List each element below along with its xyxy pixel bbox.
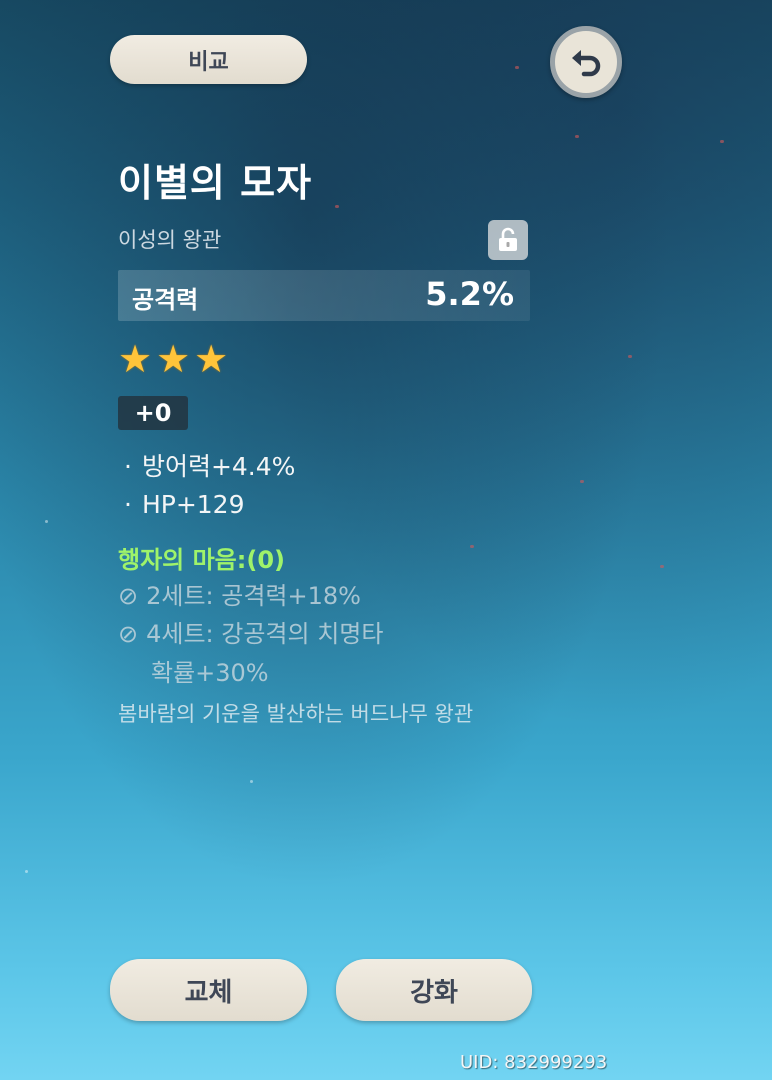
star-icon: ★ [156,337,191,381]
star-icon: ★ [118,337,153,381]
background-speck [45,520,48,523]
replace-button-label: 교체 [184,977,233,1008]
background-speck [515,66,519,69]
set-bonus-text-continued: 확률+30% [151,659,269,687]
set-bonus-4pc: ⊘ 4세트: 강공격의 치명타 확률+30% [118,614,478,688]
main-stat-row: 공격력 5.2% [118,270,530,321]
compare-button-label: 비교 [188,49,229,75]
inactive-icon: ⊘ [118,582,139,610]
uid-label: UID: 832999293 [460,1052,608,1073]
set-bonus-2pc: ⊘ 2세트: 공격력+18% [118,576,361,611]
artifact-slot-type: 이성의 왕관 [118,228,222,252]
background-speck [470,545,474,548]
artifact-name: 이별의 모자 [118,161,313,205]
background-speck [250,780,253,783]
artifact-set-name: 행자의 마음:(0) [118,546,285,574]
background-speck [660,565,664,568]
substat-bullet: · [124,452,132,481]
substat-bullet: · [124,490,132,519]
compare-button[interactable]: 비교 [110,35,307,84]
back-button[interactable] [550,26,622,98]
enhance-button[interactable]: 강화 [336,959,532,1021]
set-bonus-text: 4세트: 강공격의 치명타 [146,620,384,648]
substat-item: · 방어력+4.4% [124,447,295,483]
background-speck [575,135,579,138]
rarity-stars: ★ ★ ★ [118,340,228,378]
background-speck [335,205,339,208]
enhance-button-label: 강화 [410,977,458,1008]
background-speck [720,140,724,143]
replace-button[interactable]: 교체 [110,959,307,1021]
level-badge: +0 [118,396,188,430]
inactive-icon: ⊘ [118,620,139,648]
star-icon: ★ [194,337,229,381]
main-stat-name: 공격력 [132,286,199,314]
main-stat-value: 5.2% [425,275,514,313]
back-arrow-icon [572,50,601,77]
unlocked-padlock-icon [499,227,517,251]
substat-text: 방어력+4.4% [141,452,296,481]
lock-toggle-button[interactable] [488,220,528,260]
background-speck [25,870,28,873]
substat-item: · HP+129 [124,490,245,519]
background-glow [0,0,772,1080]
background-speck [580,480,584,483]
set-bonus-text: 2세트: 공격력+18% [146,582,361,610]
artifact-description: 봄바람의 기운을 발산하는 버드나무 왕관 [118,702,474,726]
substat-text: HP+129 [141,490,245,519]
background-speck [628,355,632,358]
